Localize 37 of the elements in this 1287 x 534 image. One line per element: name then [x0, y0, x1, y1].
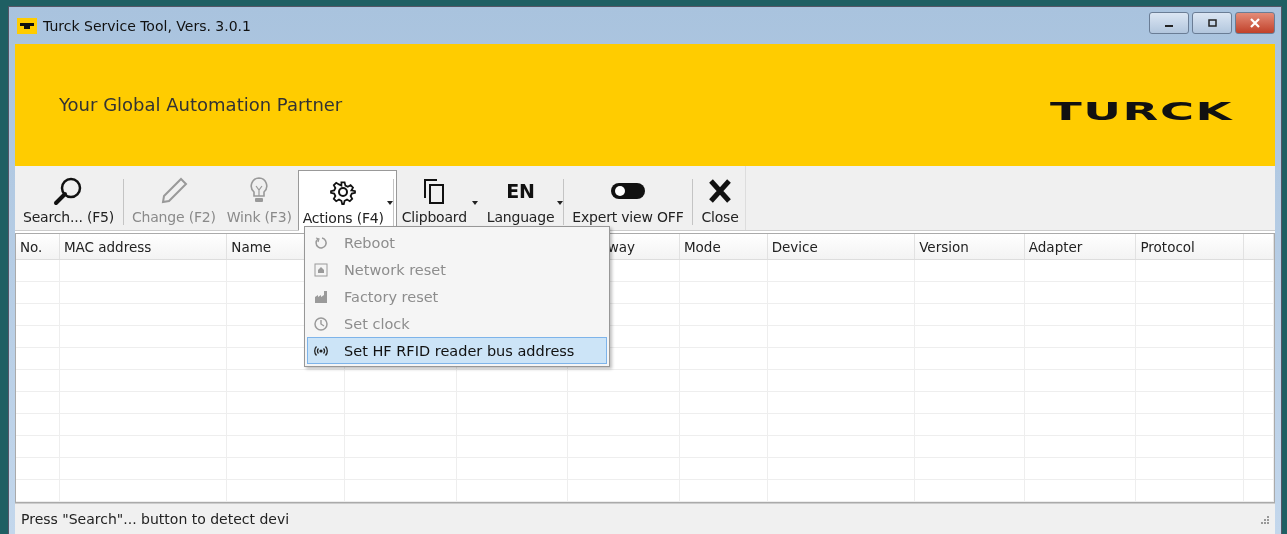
clock-icon: [314, 316, 328, 331]
close-button[interactable]: [1235, 11, 1275, 34]
column-header[interactable]: Device: [771, 239, 818, 255]
house-icon: [314, 262, 328, 277]
toolbar-button[interactable]: Search... (F5): [18, 170, 127, 230]
minimize-icon: [1165, 24, 1173, 27]
search-icon: [53, 176, 84, 206]
column-header[interactable]: No.: [20, 239, 43, 255]
caret-icon: [557, 201, 564, 205]
caret-icon: [471, 201, 478, 205]
column-header[interactable]: Name: [231, 239, 272, 255]
status-text: Press "Search"... button to detect devi: [21, 511, 290, 527]
factory-icon: [314, 289, 328, 304]
toolbar-button[interactable]: Close: [696, 170, 745, 230]
menu-item[interactable]: Set HF RFID reader bus address: [307, 337, 607, 364]
toolbar-button[interactable]: EN Language: [481, 170, 568, 230]
app-logo-icon: [17, 17, 37, 34]
language-code: EN: [506, 180, 536, 202]
column-header[interactable]: Version: [919, 239, 969, 255]
window-title: Turck Service Tool, Vers. 3.0.1: [43, 17, 251, 34]
refresh-icon: [314, 235, 328, 250]
minimize-button[interactable]: [1149, 11, 1189, 34]
column-header[interactable]: MAC address: [63, 239, 152, 255]
brand-logo: TURCK: [1049, 97, 1233, 125]
maximize-button[interactable]: [1192, 11, 1232, 34]
toolbar-button[interactable]: Clipboard: [396, 170, 482, 230]
resize-grip-icon: [1259, 514, 1269, 524]
toolbar-button[interactable]: Actions (F4): [297, 170, 397, 231]
slogan: Your Global Automation Partner: [59, 93, 343, 115]
close-icon: [1249, 17, 1261, 28]
column-header[interactable]: Adapter: [1028, 239, 1083, 255]
column-header[interactable]: Mode: [683, 239, 721, 255]
maximize-icon: [1206, 17, 1218, 28]
caret-icon: [386, 201, 393, 205]
toggle-switch-icon: [609, 181, 646, 201]
wireless-signal-icon: [314, 343, 328, 358]
column-header[interactable]: Protocol: [1140, 239, 1195, 255]
